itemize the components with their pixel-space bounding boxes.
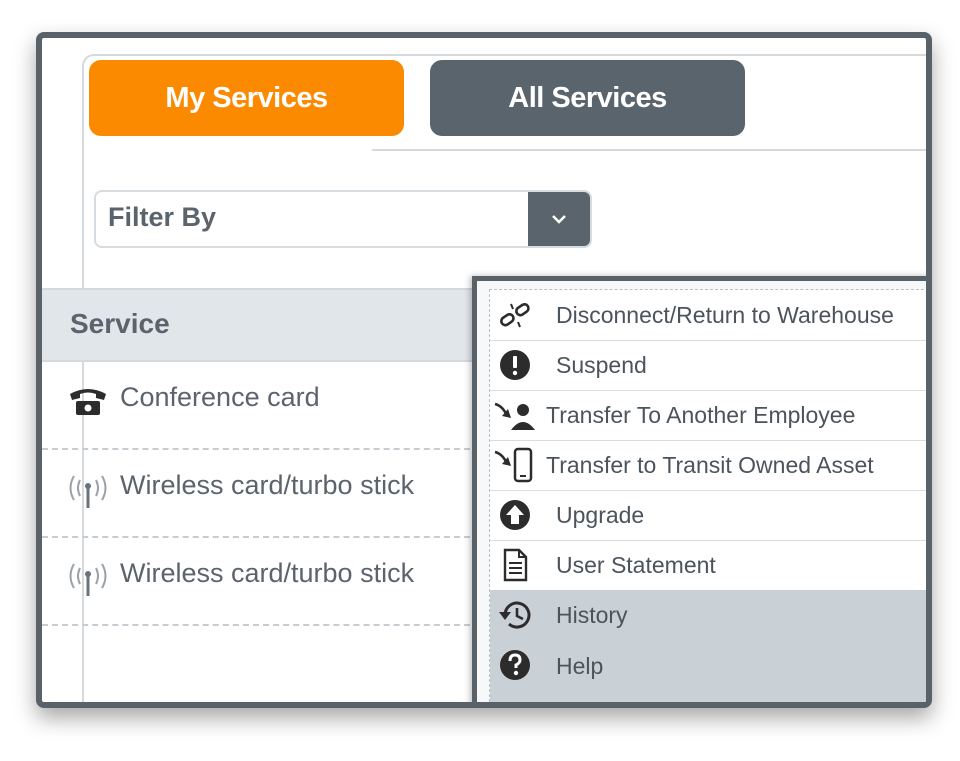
- menu-item-transfer-asset[interactable]: Transfer to Transit Owned Asset: [490, 440, 926, 491]
- filter-toggle-button[interactable]: [528, 192, 590, 246]
- menu-item-disconnect[interactable]: Disconnect/Return to Warehouse: [490, 290, 926, 341]
- service-name: Wireless card/turbo stick: [120, 558, 415, 588]
- transfer-user-icon: [494, 402, 535, 430]
- tab-divider: [372, 149, 926, 151]
- menu-item-history[interactable]: History: [490, 590, 926, 641]
- filter-value: Filter By: [108, 202, 217, 232]
- tab-my-services[interactable]: My Services: [89, 60, 404, 136]
- document-icon: [503, 548, 528, 582]
- actions-menu-list: Disconnect/Return to Warehouse Suspend T…: [489, 289, 926, 702]
- menu-item-help[interactable]: Help: [490, 640, 926, 702]
- tab-all-services[interactable]: All Services: [430, 60, 745, 136]
- menu-item-label: Disconnect/Return to Warehouse: [556, 301, 894, 328]
- chevron-down-icon: [552, 215, 566, 224]
- menu-item-label: User Statement: [556, 551, 716, 578]
- screenshot-frame: My Services All Services Filter By Servi…: [36, 32, 932, 708]
- menu-item-user-statement[interactable]: User Statement: [490, 540, 926, 591]
- antenna-icon: [69, 475, 107, 508]
- column-header-service[interactable]: Service: [70, 308, 170, 340]
- exclamation-icon: [500, 350, 530, 380]
- menu-item-upgrade[interactable]: Upgrade: [490, 490, 926, 541]
- menu-item-label: Transfer to Transit Owned Asset: [546, 451, 874, 478]
- phone-icon: [70, 389, 106, 415]
- service-name: Conference card: [120, 382, 320, 412]
- menu-item-label: Upgrade: [556, 501, 645, 528]
- history-icon: [499, 601, 531, 629]
- menu-item-label: History: [556, 601, 628, 628]
- filter-dropdown[interactable]: Filter By: [94, 190, 592, 248]
- menu-item-label: Transfer To Another Employee: [546, 401, 856, 428]
- question-icon: [500, 650, 530, 680]
- transfer-device-icon: [494, 447, 533, 483]
- menu-item-label: Help: [556, 653, 604, 679]
- antenna-icon: [69, 563, 107, 596]
- service-name: Wireless card/turbo stick: [120, 470, 415, 500]
- menu-item-label: Suspend: [556, 351, 647, 378]
- menu-item-suspend[interactable]: Suspend: [490, 340, 926, 391]
- upgrade-arrow-icon: [500, 500, 530, 530]
- actions-context-menu: Disconnect/Return to Warehouse Suspend T…: [472, 276, 926, 702]
- menu-item-transfer-employee[interactable]: Transfer To Another Employee: [490, 390, 926, 441]
- broken-link-icon: [500, 302, 530, 328]
